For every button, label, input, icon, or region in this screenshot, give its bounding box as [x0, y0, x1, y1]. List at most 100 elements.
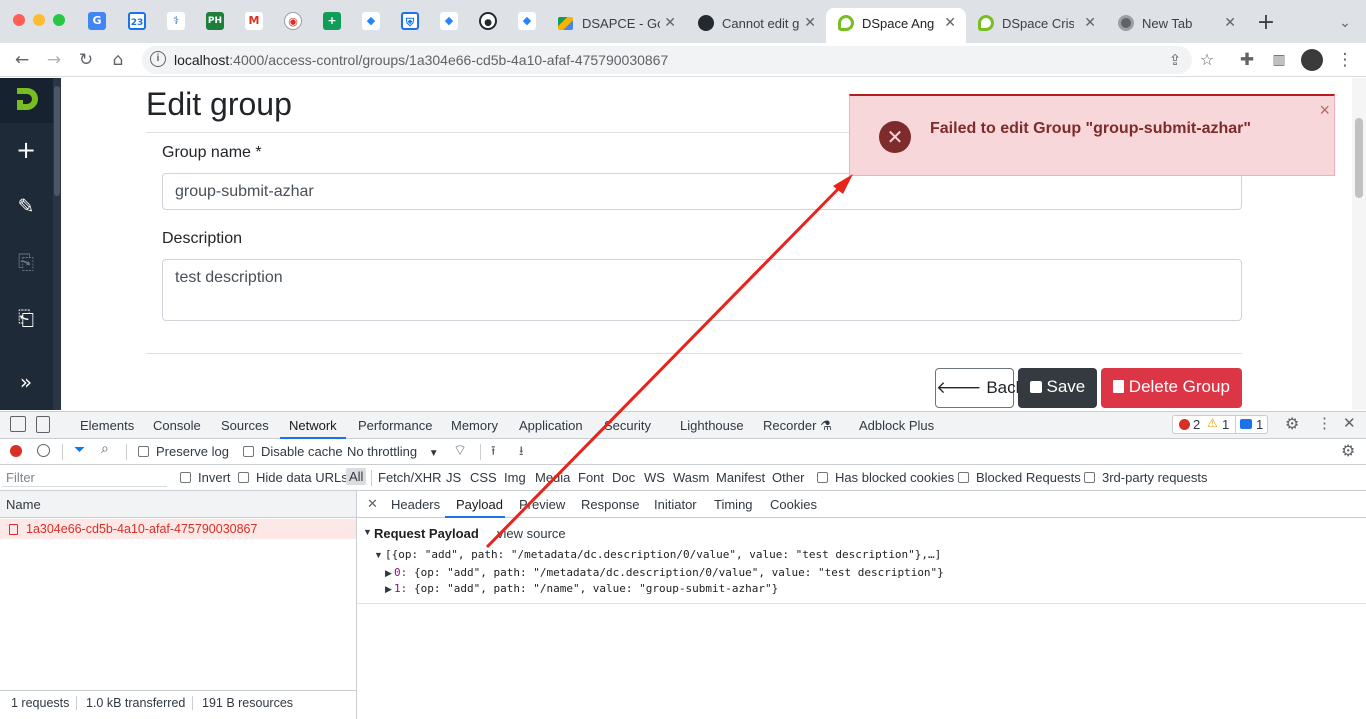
- page-scrollbar[interactable]: [1352, 78, 1366, 410]
- record-icon[interactable]: [10, 445, 22, 457]
- edit-pencil-icon[interactable]: ✎: [14, 194, 38, 218]
- detail-tab-payload[interactable]: Payload: [456, 497, 503, 512]
- share-icon[interactable]: ⇪: [1164, 49, 1186, 71]
- minimize-window-button[interactable]: [33, 14, 45, 26]
- devtools-tab-security[interactable]: Security: [604, 418, 651, 433]
- filter-type-img[interactable]: Img: [504, 470, 526, 485]
- new-tab-button[interactable]: +: [1255, 12, 1277, 34]
- filter-type-doc[interactable]: Doc: [612, 470, 635, 485]
- view-source-link[interactable]: view source: [497, 526, 566, 541]
- pinned-tab-camera-icon[interactable]: ◉: [284, 12, 302, 30]
- filter-input[interactable]: Filter: [2, 468, 167, 487]
- invert-checkbox[interactable]: [180, 472, 191, 483]
- devtools-settings-gear-icon[interactable]: ⚙: [1285, 414, 1299, 433]
- close-tab-icon[interactable]: ✕: [1224, 14, 1236, 31]
- devtools-tab-adblock-plus[interactable]: Adblock Plus: [859, 418, 934, 433]
- dspace-logo[interactable]: [0, 78, 53, 123]
- filter-type-font[interactable]: Font: [578, 470, 604, 485]
- hide-data-urls-checkbox[interactable]: [238, 472, 249, 483]
- pinned-tab-calendar-icon[interactable]: 23: [128, 12, 146, 30]
- devtools-tab-sources[interactable]: Sources: [221, 418, 269, 433]
- clear-icon[interactable]: [37, 444, 50, 457]
- close-devtools-icon[interactable]: ✕: [1343, 414, 1356, 432]
- pinned-tab-jira-icon[interactable]: ◆: [518, 12, 536, 30]
- filter-type-media[interactable]: Media: [535, 470, 570, 485]
- close-tab-icon[interactable]: ✕: [944, 14, 956, 31]
- blocked-requests-checkbox[interactable]: [958, 472, 969, 483]
- detail-tab-headers[interactable]: Headers: [391, 497, 440, 512]
- tab-dsapce-drive[interactable]: DSAPCE - Go ✕: [546, 8, 686, 43]
- third-party-requests-checkbox[interactable]: [1084, 472, 1095, 483]
- has-blocked-cookies-checkbox[interactable]: [817, 472, 828, 483]
- disable-cache-checkbox[interactable]: [243, 446, 254, 457]
- tab-search-chevron-icon[interactable]: ⌄: [1334, 12, 1356, 34]
- filter-type-fetch-xhr[interactable]: Fetch/XHR: [378, 470, 442, 485]
- side-panel-icon[interactable]: ▥: [1268, 49, 1290, 71]
- bookmark-star-icon[interactable]: ☆: [1196, 49, 1218, 71]
- filter-funnel-icon[interactable]: ⏷: [74, 442, 85, 458]
- preserve-log-checkbox[interactable]: [138, 446, 149, 457]
- filter-type-js[interactable]: JS: [446, 470, 461, 485]
- pinned-tab-jira-icon[interactable]: ◆: [362, 12, 380, 30]
- close-tab-icon[interactable]: ✕: [804, 14, 816, 31]
- expand-triangle-icon[interactable]: ▶: [385, 568, 392, 579]
- pinned-tab-github-icon[interactable]: ●: [479, 12, 497, 30]
- inspect-element-icon[interactable]: [10, 416, 26, 432]
- close-tab-icon[interactable]: ✕: [1084, 14, 1096, 31]
- close-toast-button[interactable]: ×: [1319, 100, 1330, 121]
- close-tab-icon[interactable]: ✕: [664, 14, 676, 31]
- pinned-tab-shield-icon[interactable]: ⛨: [401, 12, 419, 30]
- pinned-tab-sheets-icon[interactable]: +: [323, 12, 341, 30]
- back-arrow-icon[interactable]: ←: [11, 49, 33, 71]
- export-har-icon[interactable]: ⭳: [519, 442, 524, 464]
- filter-type-ws[interactable]: WS: [644, 470, 665, 485]
- profile-avatar[interactable]: [1301, 49, 1323, 71]
- network-conditions-wifi-icon[interactable]: ⌔: [453, 441, 467, 460]
- save-button[interactable]: Save: [1018, 368, 1097, 408]
- devtools-tab-elements[interactable]: Elements: [80, 418, 134, 433]
- close-detail-icon[interactable]: ✕: [367, 496, 378, 512]
- filter-type-wasm[interactable]: Wasm: [673, 470, 709, 485]
- pinned-tab-gmail-icon[interactable]: M: [245, 12, 263, 30]
- browser-menu-icon[interactable]: ⋮: [1334, 49, 1356, 71]
- address-bar[interactable]: i localhost:4000/access-control/groups/1…: [142, 46, 1214, 74]
- description-textarea[interactable]: test description: [162, 259, 1242, 321]
- throttling-select[interactable]: No throttling ▼: [347, 444, 439, 459]
- pinned-tab-ph-icon[interactable]: PH: [206, 12, 224, 30]
- devtools-tab-recorder[interactable]: Recorder ⚗: [763, 418, 832, 434]
- filter-type-manifest[interactable]: Manifest: [716, 470, 765, 485]
- devtools-tab-lighthouse[interactable]: Lighthouse: [680, 418, 744, 433]
- detail-tab-cookies[interactable]: Cookies: [770, 497, 817, 512]
- name-column-header[interactable]: Name: [6, 497, 41, 512]
- extensions-puzzle-icon[interactable]: ✚: [1236, 49, 1258, 71]
- devtools-tab-console[interactable]: Console: [153, 418, 201, 433]
- detail-tab-initiator[interactable]: Initiator: [654, 497, 697, 512]
- home-icon[interactable]: ⌂: [107, 49, 129, 71]
- detail-tab-preview[interactable]: Preview: [519, 497, 565, 512]
- back-button[interactable]: 🡐 Back: [935, 368, 1024, 408]
- add-plus-icon[interactable]: +: [14, 138, 38, 162]
- table-row[interactable]: 1a304e66-cd5b-4a10-afaf-475790030867: [0, 519, 356, 539]
- sidebar-scrollbar[interactable]: [53, 78, 61, 410]
- group-name-input[interactable]: group-submit-azhar: [162, 173, 1242, 210]
- tab-github-issue[interactable]: Cannot edit g ✕: [686, 8, 826, 43]
- issues-counter[interactable]: 2 ⚠ 1 1: [1172, 415, 1268, 434]
- device-toolbar-icon[interactable]: [36, 416, 50, 433]
- reload-icon[interactable]: ↻: [75, 49, 97, 71]
- tab-dspace-angular[interactable]: DSpace Angu ✕: [826, 8, 966, 43]
- pinned-tab-translate-icon[interactable]: G: [88, 12, 106, 30]
- devtools-more-icon[interactable]: ⋮: [1317, 414, 1332, 432]
- detail-tab-timing[interactable]: Timing: [714, 497, 753, 512]
- detail-tab-response[interactable]: Response: [581, 497, 640, 512]
- filter-type-css[interactable]: CSS: [470, 470, 497, 485]
- tab-dspace-cris[interactable]: DSpace Cris ✕: [966, 8, 1106, 43]
- collapse-triangle-icon[interactable]: ▼: [363, 527, 372, 537]
- expand-triangle-icon[interactable]: ▶: [385, 584, 392, 595]
- filter-type-other[interactable]: Other: [772, 470, 805, 485]
- filter-type-all[interactable]: All: [346, 468, 367, 485]
- devtools-tab-memory[interactable]: Memory: [451, 418, 498, 433]
- search-icon[interactable]: ⌕: [101, 441, 109, 457]
- pinned-tab-jira-icon[interactable]: ◆: [440, 12, 458, 30]
- expand-sidebar-icon[interactable]: »: [14, 370, 38, 394]
- tab-new-tab[interactable]: New Tab ✕: [1106, 8, 1246, 43]
